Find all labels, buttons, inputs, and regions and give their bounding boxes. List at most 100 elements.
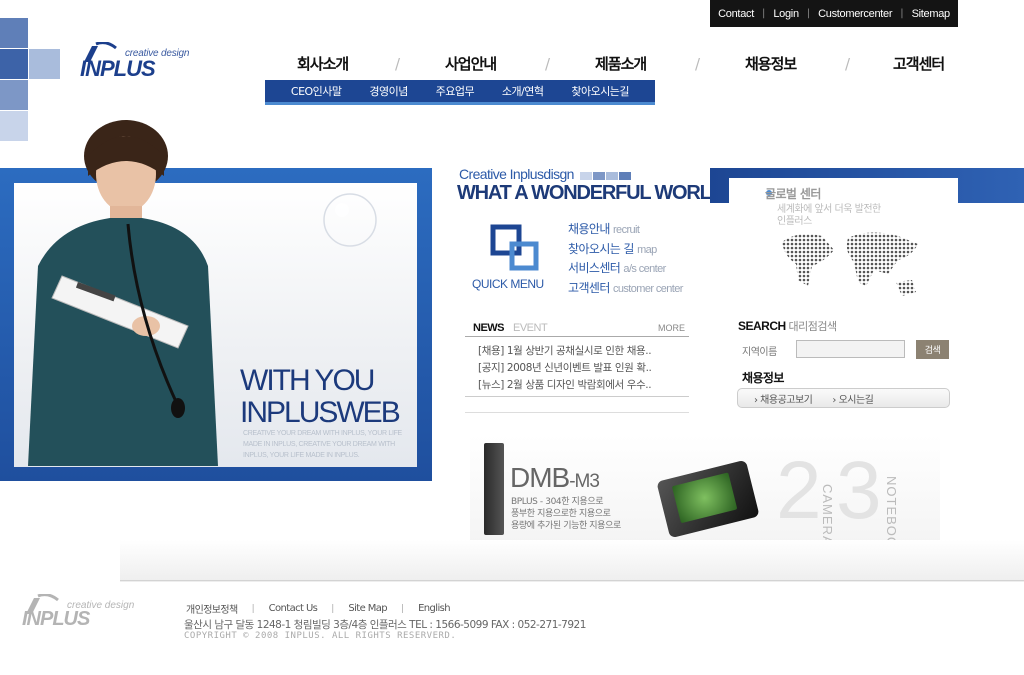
footer-link-english[interactable]: English bbox=[418, 603, 451, 614]
global-center-subtitle: 세계화에 앞서 더욱 발전한 인플러스 bbox=[777, 204, 881, 228]
separator: | bbox=[331, 603, 335, 614]
model-photo bbox=[28, 120, 218, 466]
utility-nav: Contact | Login | Customercenter | Sitem… bbox=[710, 0, 958, 27]
search-title: SEARCH 대리점검색 bbox=[738, 318, 837, 334]
world-map-icon bbox=[782, 232, 918, 296]
divider bbox=[465, 396, 689, 397]
news-list: [채용] 1월 상반기 공채실시로 인한 채용.. [공지] 2008년 신년이… bbox=[478, 343, 684, 394]
quick-link-label: 채용안내 bbox=[568, 222, 610, 236]
bubble-graphic bbox=[323, 193, 377, 247]
nav-divider: / bbox=[845, 55, 851, 73]
news-tabs: NEWS EVENT MORE bbox=[465, 320, 689, 337]
util-link-contact[interactable]: Contact bbox=[718, 8, 754, 20]
nav-customer[interactable]: 고객센터 bbox=[893, 53, 945, 74]
subnav-location[interactable]: 찾아오시는길 bbox=[571, 83, 629, 99]
sub-nav: CEO인사말 경영이념 주요업무 소개/연혁 찾아오시는길 bbox=[265, 80, 655, 105]
product-description: BPLUS - 304한 지용으로 풍부한 지용으로한 지용으로 용량에 추가된… bbox=[511, 496, 621, 532]
page: Contact | Login | Customercenter | Sitem… bbox=[0, 0, 1024, 675]
separator: | bbox=[251, 603, 255, 614]
deco-square bbox=[0, 49, 28, 79]
product-label-camera: CAMERA bbox=[820, 484, 835, 546]
hero-title: WITH YOU INPLUSWEB bbox=[240, 364, 401, 429]
footer-divider bbox=[120, 580, 1024, 581]
footer-logo-wordmark: INPLUS bbox=[22, 608, 90, 630]
jobs-directions-link[interactable]: › 오시는길 bbox=[832, 391, 873, 406]
area-search-input[interactable] bbox=[796, 340, 905, 358]
news-item[interactable]: [공지] 2008년 신년이벤트 발표 인원 확.. bbox=[478, 360, 684, 377]
divider bbox=[465, 412, 689, 413]
main-nav: 회사소개 / 사업안내 / 제품소개 / 채용정보 / 고객센터 bbox=[265, 53, 985, 77]
subnav-business[interactable]: 주요업무 bbox=[436, 83, 475, 99]
quick-link-recruit[interactable]: 채용안내 recruit bbox=[568, 220, 683, 240]
quick-link-customer[interactable]: 고객센터 customer center bbox=[568, 279, 683, 299]
quick-link-sub: map bbox=[637, 243, 657, 256]
global-center-title: 글로벌 센터 bbox=[765, 187, 821, 201]
tagline-small: Creative Inplusdisgn bbox=[459, 166, 574, 182]
tab-event[interactable]: EVENT bbox=[513, 322, 548, 334]
quick-link-sub: customer center bbox=[612, 282, 683, 295]
product-title[interactable]: DMB-M3 bbox=[510, 462, 600, 494]
hero-title-line1: WITH YOU bbox=[240, 364, 375, 397]
quick-link-label: 고객센터 bbox=[568, 280, 610, 295]
device-screen bbox=[671, 472, 738, 524]
product-number-2[interactable]: 2 bbox=[776, 444, 822, 538]
jobs-title: 채용정보 bbox=[742, 371, 784, 385]
quick-link-label: 찾아오시는 길 bbox=[568, 241, 634, 256]
quick-menu-label: QUICK MENU bbox=[472, 277, 544, 291]
product-number-3[interactable]: 3 bbox=[836, 444, 882, 538]
nav-products[interactable]: 제품소개 bbox=[595, 53, 647, 74]
separator: | bbox=[761, 8, 766, 19]
footer-link-sitemap[interactable]: Site Map bbox=[348, 603, 387, 614]
footer-link-privacy[interactable]: 개인정보정책 bbox=[186, 601, 238, 616]
product-model: -M3 bbox=[569, 471, 600, 492]
util-link-customercenter[interactable]: Customercenter bbox=[818, 8, 892, 20]
nav-divider: / bbox=[545, 55, 551, 73]
tagline-bar-graphic bbox=[580, 172, 631, 180]
quick-menu-icon bbox=[490, 224, 539, 271]
jobs-posting-link[interactable]: › 채용공고보기 bbox=[754, 391, 813, 406]
logo-wordmark: INPLUS bbox=[80, 56, 156, 81]
footer-address: 울산시 남구 달동 1248-1 청림빌딩 3층/4층 인플러스 TEL : 1… bbox=[184, 619, 586, 631]
quick-link-label: 서비스센터 bbox=[568, 261, 621, 275]
search-subtitle: 대리점검색 bbox=[788, 320, 838, 333]
search-title-main: SEARCH bbox=[738, 319, 786, 333]
deco-square bbox=[0, 18, 28, 48]
subnav-philosophy[interactable]: 경영이념 bbox=[369, 83, 408, 99]
quick-link-sub: recruit bbox=[612, 224, 640, 236]
nav-recruit[interactable]: 채용정보 bbox=[745, 53, 797, 74]
product-desc-line: BPLUS - 304한 지용으로 bbox=[511, 497, 604, 507]
subnav-history[interactable]: 소개/연혁 bbox=[502, 83, 544, 99]
product-number-1 bbox=[484, 443, 504, 535]
subnav-ceo[interactable]: CEO인사말 bbox=[291, 83, 342, 99]
util-link-login[interactable]: Login bbox=[773, 8, 799, 20]
footer-link-contact[interactable]: Contact Us bbox=[269, 603, 318, 614]
footer-copyright: COPYRIGHT © 2008 INPLUS. ALL RIGHTS RESE… bbox=[184, 631, 457, 641]
footer-logo[interactable]: creative design INPLUS bbox=[22, 594, 137, 630]
product-name: DMB bbox=[510, 462, 570, 493]
area-label: 지역이름 bbox=[742, 347, 777, 358]
jobs-link-bar: › 채용공고보기 › 오시는길 bbox=[737, 388, 950, 408]
quick-menu-list: 채용안내 recruit 찾아오시는 길 map 서비스센터 a/s cente… bbox=[568, 220, 683, 298]
separator: | bbox=[806, 8, 811, 19]
news-item[interactable]: [뉴스] 2월 상품 디자인 박람회에서 우수.. bbox=[478, 377, 684, 394]
quick-link-map[interactable]: 찾아오시는 길 map bbox=[568, 240, 683, 260]
quick-link-sub: a/s center bbox=[623, 263, 666, 275]
hero-title-line2: INPLUSWEB bbox=[240, 396, 401, 429]
news-item[interactable]: [채용] 1월 상반기 공채실시로 인한 채용.. bbox=[478, 343, 684, 360]
nav-company[interactable]: 회사소개 bbox=[297, 53, 349, 74]
tab-news[interactable]: NEWS bbox=[473, 322, 505, 334]
footer-gradient bbox=[120, 540, 1024, 582]
search-button[interactable]: 검색 bbox=[916, 340, 949, 359]
product-desc-line: 용량에 추가된 기능한 지용으로 bbox=[511, 521, 621, 531]
deco-square bbox=[0, 80, 28, 110]
global-sub-line: 세계화에 앞서 더욱 발전한 bbox=[777, 204, 881, 215]
site-logo[interactable]: creative design INPLUS bbox=[80, 42, 195, 82]
nav-business[interactable]: 사업안내 bbox=[445, 53, 497, 74]
footer-links: 개인정보정책 | Contact Us | Site Map | English bbox=[186, 601, 451, 616]
news-more-link[interactable]: MORE bbox=[658, 323, 685, 333]
hero-copy: CREATIVE YOUR DREAM WITH INPLUS, YOUR LI… bbox=[243, 430, 402, 459]
nav-divider: / bbox=[395, 55, 401, 73]
nav-divider: / bbox=[695, 55, 701, 73]
util-link-sitemap[interactable]: Sitemap bbox=[912, 8, 951, 20]
quick-link-as-center[interactable]: 서비스센터 a/s center bbox=[568, 259, 683, 279]
